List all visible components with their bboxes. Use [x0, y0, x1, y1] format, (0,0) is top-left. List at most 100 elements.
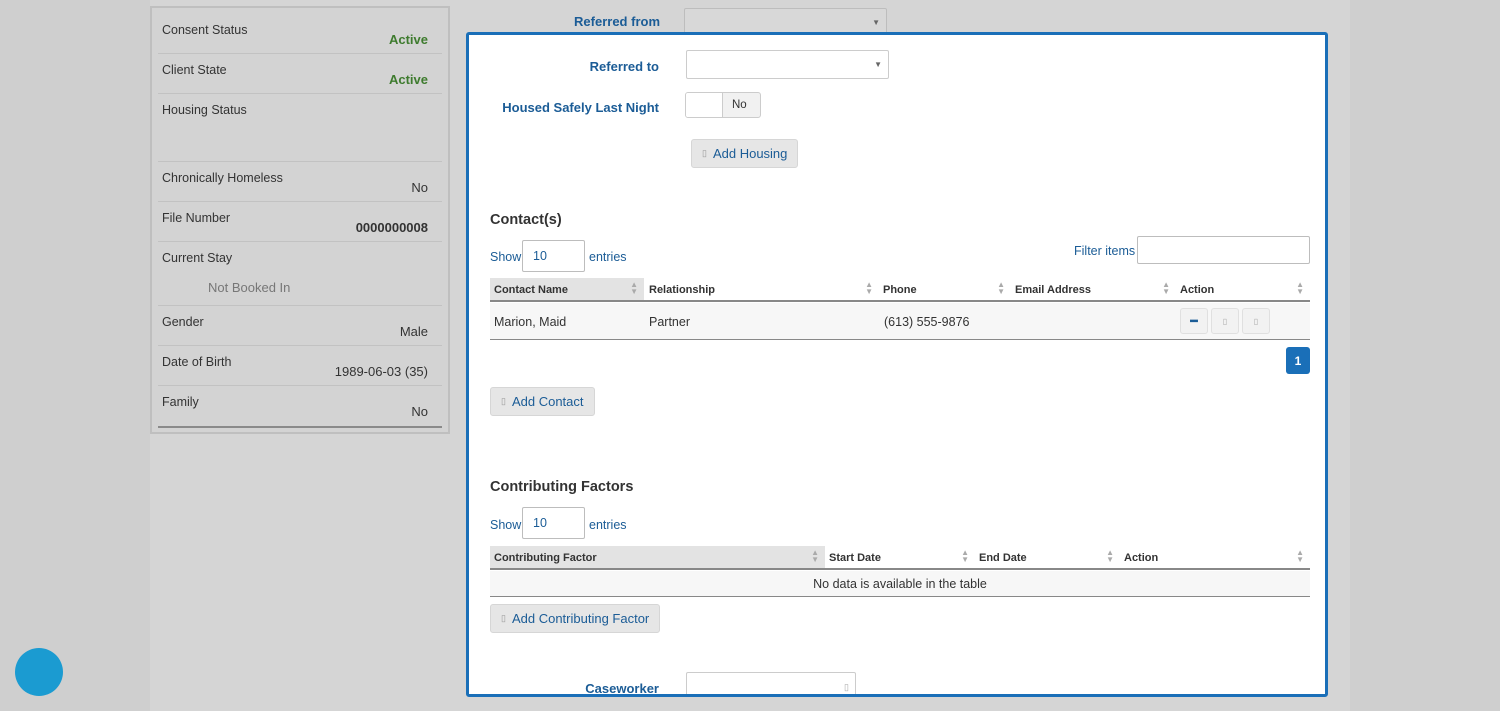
info-value: Active [388, 32, 428, 47]
info-label: Family [162, 395, 199, 409]
add-icon: ▯ [501, 613, 506, 623]
info-row-current-stay: Current Stay Not Booked In [158, 242, 442, 306]
client-info-panel: Consent Status Active Client State Activ… [150, 6, 450, 434]
col-action[interactable]: Action ▲ ▼ [1120, 546, 1310, 568]
edit-icon: ▯ [1222, 316, 1228, 326]
edit-contact-button[interactable]: ▯ [1211, 308, 1239, 334]
add-contact-label: Add Contact [511, 394, 584, 409]
col-label: Contact Name [494, 284, 568, 296]
floating-action-button[interactable] [15, 648, 63, 696]
cell-relationship: Partner [649, 315, 690, 329]
info-label: Consent Status [162, 23, 248, 37]
sort-icon: ▲ ▼ [1296, 280, 1304, 296]
col-label: Contributing Factor [494, 552, 597, 564]
info-value: 1989-06-03 (35) [334, 364, 428, 379]
add-contributing-factor-button[interactable]: ▯ Add Contributing Factor [490, 604, 661, 633]
add-housing-button[interactable]: ▯ Add Housing [691, 139, 799, 168]
pagination-page-1[interactable]: 1 [1286, 347, 1310, 374]
filter-items-input[interactable] [1137, 236, 1310, 264]
chevron-down-icon: ▯ [844, 682, 849, 692]
col-label: Email Address [1015, 284, 1092, 296]
contacts-table-header: Contact Name ▲ ▼ Relationship ▲ ▼ Phone ▲ ▼… [490, 278, 1310, 302]
sort-icon: ▲ ▼ [630, 280, 638, 296]
factors-entries-input[interactable]: 10 [522, 507, 585, 539]
sort-icon: ▲ ▼ [1162, 280, 1170, 296]
info-row-housing-status: Housing Status [158, 94, 442, 162]
sort-icon: ▲ ▼ [1296, 548, 1304, 564]
delete-icon: ▯ [1253, 316, 1259, 326]
cell-contact-name: Marion, Maid [494, 315, 567, 329]
col-label: Relationship [649, 284, 716, 296]
info-label: File Number [162, 211, 231, 225]
contacts-show-label: Show [490, 250, 522, 264]
info-value: No [411, 180, 428, 195]
sort-icon: ▲ ▼ [961, 548, 969, 564]
col-phone[interactable]: Phone ▲ ▼ [879, 278, 1011, 300]
toggle-value: No [732, 99, 747, 111]
info-row-family: Family No [158, 386, 442, 426]
col-label: Action [1124, 552, 1159, 564]
col-label: Action [1180, 284, 1215, 296]
info-row-gender: Gender Male [158, 306, 442, 346]
sort-icon: ▲ ▼ [865, 280, 873, 296]
info-value: Male [399, 324, 428, 339]
col-label: End Date [979, 552, 1027, 564]
col-contributing-factor[interactable]: Contributing Factor ▲ ▼ [490, 546, 825, 568]
col-relationship[interactable]: Relationship ▲ ▼ [645, 278, 879, 300]
contacts-entries-input[interactable]: 10 [522, 240, 585, 272]
add-housing-label: Add Housing [712, 146, 788, 161]
add-icon: ▯ [702, 148, 707, 158]
panel-divider [158, 426, 442, 428]
info-label: Gender [162, 315, 204, 329]
add-icon: ▯ [501, 396, 506, 406]
referred-to-select[interactable]: ▼ [686, 50, 889, 79]
col-start-date[interactable]: Start Date ▲ ▼ [825, 546, 975, 568]
info-row-chronically-homeless: Chronically Homeless No [158, 162, 442, 202]
delete-contact-button[interactable]: ▯ [1242, 308, 1270, 334]
col-end-date[interactable]: End Date ▲ ▼ [975, 546, 1120, 568]
info-row-consent-status: Consent Status Active [158, 14, 442, 54]
cell-phone: (613) 555-9876 [884, 315, 970, 329]
filter-items-label: Filter items [1074, 244, 1136, 258]
info-value: 0000000008 [355, 220, 428, 235]
sort-icon: ▲ ▼ [997, 280, 1005, 296]
col-action[interactable]: Action ▲ ▼ [1176, 278, 1310, 300]
info-value: Not Booked In [208, 280, 291, 295]
col-label: Start Date [829, 552, 881, 564]
table-row: Marion, Maid Partner (613) 555-9876 ━ ▯ … [490, 303, 1310, 340]
info-row-client-state: Client State Active [158, 54, 442, 94]
info-label: Date of Birth [162, 355, 232, 369]
col-email[interactable]: Email Address ▲ ▼ [1011, 278, 1176, 300]
housing-modal: Referred to ▼ Housed Safely Last Night N… [466, 32, 1328, 697]
contacts-title: Contact(s) [490, 212, 562, 228]
referred-to-label: Referred to [589, 59, 659, 74]
info-label: Current Stay [162, 251, 233, 265]
info-row-date-of-birth: Date of Birth 1989-06-03 (35) [158, 346, 442, 386]
caseworker-select[interactable]: ▯ [686, 672, 856, 694]
col-contact-name[interactable]: Contact Name ▲ ▼ [490, 278, 644, 300]
sort-icon: ▲ ▼ [1106, 548, 1114, 564]
add-contact-button[interactable]: ▯ Add Contact [490, 387, 595, 416]
minus-icon: ━ [1190, 314, 1198, 328]
remove-contact-button[interactable]: ━ [1180, 308, 1208, 334]
factors-empty-row: No data is available in the table [490, 571, 1310, 597]
info-label: Client State [162, 63, 227, 77]
info-label: Housing Status [162, 103, 247, 117]
add-contributing-factor-label: Add Contributing Factor [511, 611, 650, 626]
sort-icon: ▲ ▼ [811, 548, 819, 564]
info-value: Active [388, 72, 428, 87]
factors-entries-label: entries [589, 518, 627, 532]
contacts-entries-label: entries [589, 250, 627, 264]
caseworker-label: Caseworker [585, 681, 659, 696]
chevron-down-icon: ▼ [872, 18, 880, 27]
contributing-factors-title: Contributing Factors [490, 479, 634, 495]
info-row-file-number: File Number 0000000008 [158, 202, 442, 242]
chevron-down-icon: ▼ [874, 60, 882, 69]
info-label: Chronically Homeless [162, 171, 283, 185]
info-value: No [411, 404, 428, 419]
factors-show-label: Show [490, 518, 522, 532]
toggle-knob [686, 93, 723, 117]
factors-table-header: Contributing Factor ▲ ▼ Start Date ▲ ▼ End… [490, 546, 1310, 570]
housed-safely-label: Housed Safely Last Night [502, 100, 659, 115]
housed-safely-toggle[interactable]: No [685, 92, 761, 118]
